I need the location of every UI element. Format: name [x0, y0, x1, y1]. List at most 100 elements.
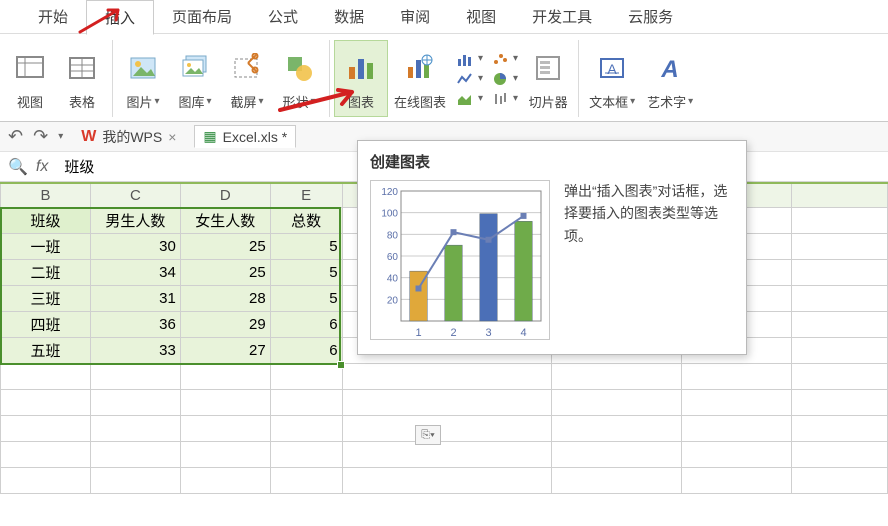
cell[interactable]	[180, 441, 270, 467]
ribbon-screenshot[interactable]: 截屏▾	[221, 40, 273, 117]
doc-tab-wps[interactable]: W 我的WPS ×	[73, 125, 184, 149]
cell[interactable]	[180, 467, 270, 493]
cell[interactable]: 34	[90, 259, 180, 285]
cell[interactable]	[1, 467, 91, 493]
undo-button[interactable]: ↶	[8, 126, 23, 147]
cell[interactable]	[342, 363, 552, 389]
cell[interactable]	[270, 389, 342, 415]
cell[interactable]	[792, 207, 888, 233]
cell[interactable]: 36	[90, 311, 180, 337]
ribbon-gallery[interactable]: 图库▾	[169, 40, 221, 117]
ribbon-slicer[interactable]: 切片器	[522, 40, 579, 117]
cell[interactable]	[792, 311, 888, 337]
cell[interactable]: 二班	[1, 259, 91, 285]
mini-bar-btn[interactable]: ▾	[456, 50, 483, 68]
cell[interactable]	[180, 389, 270, 415]
cell[interactable]	[792, 415, 888, 441]
cell[interactable]	[90, 415, 180, 441]
cell[interactable]	[342, 441, 552, 467]
mini-scatter-btn[interactable]: ▾	[491, 50, 518, 68]
cell[interactable]	[792, 233, 888, 259]
tab-layout[interactable]: 页面布局	[154, 0, 250, 33]
cell[interactable]: 30	[90, 233, 180, 259]
cell[interactable]	[90, 441, 180, 467]
cell[interactable]	[552, 467, 682, 493]
qat-dropdown[interactable]: ▾	[58, 131, 63, 142]
redo-button[interactable]: ↷	[33, 126, 48, 147]
cell[interactable]	[342, 467, 552, 493]
cell[interactable]: 三班	[1, 285, 91, 311]
ribbon-chart[interactable]: 图表	[334, 40, 388, 117]
cell[interactable]	[552, 363, 682, 389]
cell[interactable]	[792, 259, 888, 285]
ribbon-picture[interactable]: 图片▾	[117, 40, 169, 117]
cell[interactable]	[792, 441, 888, 467]
ribbon-view[interactable]: 视图	[4, 40, 56, 117]
cell[interactable]: 27	[180, 337, 270, 363]
tab-insert[interactable]: 插入	[86, 0, 154, 35]
col-header[interactable]: E	[270, 183, 342, 207]
cell[interactable]: 5	[270, 233, 342, 259]
ribbon-table[interactable]: 表格	[56, 40, 113, 117]
cell[interactable]: 总数	[270, 207, 342, 233]
cell[interactable]	[552, 441, 682, 467]
cell[interactable]	[682, 363, 792, 389]
cell[interactable]: 五班	[1, 337, 91, 363]
cell[interactable]	[90, 467, 180, 493]
cell[interactable]	[682, 389, 792, 415]
close-icon[interactable]: ×	[168, 129, 176, 145]
cell[interactable]: 29	[180, 311, 270, 337]
cell[interactable]	[682, 415, 792, 441]
cell[interactable]: 男生人数	[90, 207, 180, 233]
cell[interactable]: 女生人数	[180, 207, 270, 233]
tab-home[interactable]: 开始	[20, 0, 86, 33]
cell[interactable]: 28	[180, 285, 270, 311]
cell[interactable]	[270, 363, 342, 389]
cell[interactable]	[270, 441, 342, 467]
ribbon-online-chart[interactable]: 在线图表	[388, 40, 452, 117]
cell[interactable]	[682, 467, 792, 493]
cell[interactable]: 33	[90, 337, 180, 363]
tab-formula[interactable]: 公式	[250, 0, 316, 33]
cell[interactable]	[342, 415, 552, 441]
mini-line-btn[interactable]: ▾	[456, 70, 483, 88]
cell[interactable]	[180, 363, 270, 389]
cell[interactable]	[90, 389, 180, 415]
cell[interactable]	[270, 467, 342, 493]
mini-area-btn[interactable]: ▾	[456, 90, 483, 108]
cell[interactable]	[792, 337, 888, 363]
cell[interactable]	[90, 363, 180, 389]
tab-data[interactable]: 数据	[316, 0, 382, 33]
ribbon-shape[interactable]: 形状▾	[273, 40, 330, 117]
cell[interactable]	[792, 363, 888, 389]
cell[interactable]: 6	[270, 337, 342, 363]
cell[interactable]	[180, 415, 270, 441]
paste-options-icon[interactable]: ⎘▾	[415, 425, 441, 445]
cell[interactable]	[552, 415, 682, 441]
cell[interactable]	[270, 415, 342, 441]
cell[interactable]	[552, 389, 682, 415]
cell[interactable]	[1, 363, 91, 389]
cell[interactable]	[792, 389, 888, 415]
ribbon-wordart[interactable]: A 艺术字▾	[641, 40, 699, 117]
tab-cloud[interactable]: 云服务	[610, 0, 691, 33]
tab-devtools[interactable]: 开发工具	[514, 0, 610, 33]
cell[interactable]: 一班	[1, 233, 91, 259]
col-header[interactable]: C	[90, 183, 180, 207]
cell[interactable]	[682, 441, 792, 467]
cell[interactable]: 6	[270, 311, 342, 337]
cell[interactable]	[792, 285, 888, 311]
zoom-icon[interactable]: 🔍	[8, 157, 28, 177]
selection-handle[interactable]	[337, 361, 345, 369]
cell[interactable]: 5	[270, 285, 342, 311]
cell[interactable]	[1, 441, 91, 467]
cell[interactable]: 31	[90, 285, 180, 311]
ribbon-textbox[interactable]: A 文本框▾	[583, 40, 641, 117]
col-header[interactable]: D	[180, 183, 270, 207]
doc-tab-file[interactable]: ▦ Excel.xls *	[194, 125, 296, 148]
cell[interactable]: 四班	[1, 311, 91, 337]
col-header[interactable]	[792, 183, 888, 207]
cell[interactable]	[342, 389, 552, 415]
mini-pie-btn[interactable]: ▾	[491, 70, 518, 88]
cell[interactable]: 25	[180, 233, 270, 259]
